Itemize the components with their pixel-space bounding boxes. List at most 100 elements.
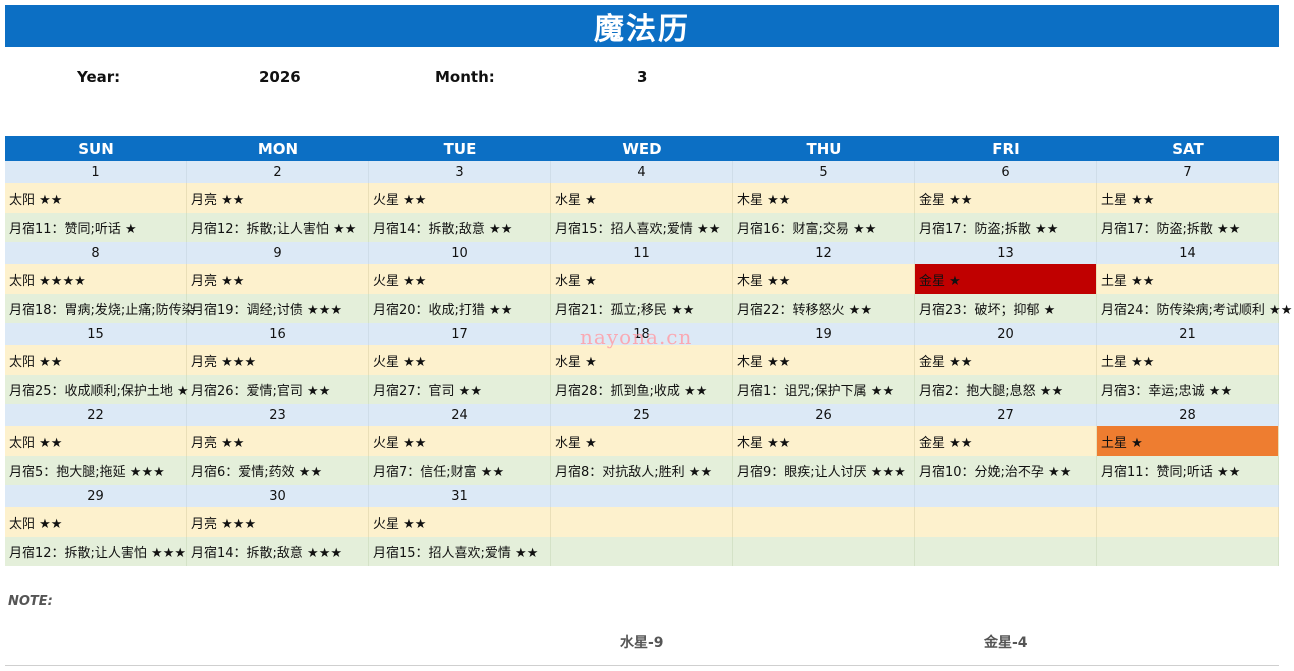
day-planet-cell: 月亮 ★★ — [187, 426, 369, 456]
day-mansion-cell: 月宿6：爱情;药效 ★★ — [187, 456, 369, 485]
day-planet-cell: 太阳 ★★ — [5, 345, 187, 375]
day-number — [1097, 485, 1279, 507]
day-mansion-cell: 月宿26：爱情;官司 ★★ — [187, 375, 369, 404]
planet-text: 火星 ★★ — [373, 192, 427, 208]
planet-text: 太阳 ★★ — [9, 354, 63, 370]
day-number[interactable]: 3 — [369, 161, 551, 183]
planet-text: 火星 ★★ — [373, 435, 427, 451]
day-number[interactable]: 19 — [733, 323, 915, 345]
mansion-text: 月宿8：对抗敌人;胜利 ★★ — [555, 465, 713, 480]
day-mansion-cell — [1097, 537, 1279, 566]
day-mansion-cell: 月宿17：防盗;拆散 ★★ — [1097, 213, 1279, 242]
planet-text: 火星 ★★ — [373, 273, 427, 289]
mansion-text: 月宿20：收成;打猎 ★★ — [373, 303, 513, 318]
planet-text: 水星 ★ — [555, 354, 597, 370]
weekday-header-wed: WED — [551, 136, 733, 161]
day-planet-cell: 火星 ★★ — [369, 507, 551, 537]
mansion-text: 月宿3：幸运;忠诚 ★★ — [1101, 384, 1233, 399]
day-number[interactable]: 26 — [733, 404, 915, 426]
day-planet-cell: 月亮 ★★ — [187, 183, 369, 213]
planet-text: 金星 ★ — [919, 273, 961, 289]
day-number[interactable]: 23 — [187, 404, 369, 426]
planet-text: 土星 ★ — [1101, 435, 1143, 451]
planet-text: 太阳 ★★ — [9, 516, 63, 532]
planet-text: 月亮 ★★ — [191, 273, 245, 289]
day-number[interactable]: 30 — [187, 485, 369, 507]
day-planet-cell: 木星 ★★ — [733, 426, 915, 456]
mansion-text: 月宿24：防传染病;考试顺利 ★★ — [1101, 303, 1293, 318]
day-number[interactable]: 2 — [187, 161, 369, 183]
day-mansion-cell: 月宿19：调经;讨债 ★★★ — [187, 294, 369, 323]
mansion-text: 月宿21：孤立;移民 ★★ — [555, 303, 695, 318]
mansion-text: 月宿12：拆散;让人害怕 ★★ — [191, 222, 357, 237]
planet-text: 木星 ★★ — [737, 435, 791, 451]
planet-text: 月亮 ★★★ — [191, 354, 257, 370]
day-mansion-cell: 月宿1：诅咒;保护下属 ★★ — [733, 375, 915, 404]
day-number[interactable]: 13 — [915, 242, 1097, 264]
day-number[interactable]: 8 — [5, 242, 187, 264]
mansion-text: 月宿16：财富;交易 ★★ — [737, 222, 877, 237]
day-planet-cell: 太阳 ★★★★ — [5, 264, 187, 294]
mansion-text: 月宿17：防盗;拆散 ★★ — [1101, 222, 1241, 237]
planet-text: 木星 ★★ — [737, 354, 791, 370]
day-number[interactable]: 15 — [5, 323, 187, 345]
day-planet-cell — [1097, 507, 1279, 537]
planet-text: 金星 ★★ — [919, 435, 973, 451]
day-number[interactable]: 5 — [733, 161, 915, 183]
day-number[interactable]: 29 — [5, 485, 187, 507]
day-number[interactable]: 1 — [5, 161, 187, 183]
planet-text: 金星 ★★ — [919, 192, 973, 208]
planet-text: 火星 ★★ — [373, 354, 427, 370]
day-number[interactable]: 7 — [1097, 161, 1279, 183]
day-number[interactable]: 17 — [369, 323, 551, 345]
weekday-header-thu: THU — [733, 136, 915, 161]
mansion-text: 月宿19：调经;讨债 ★★★ — [191, 303, 343, 318]
bottom-divider — [5, 665, 1279, 666]
day-number[interactable]: 11 — [551, 242, 733, 264]
day-mansion-cell: 月宿11：赞同;听话 ★ — [5, 213, 187, 242]
day-mansion-cell — [733, 537, 915, 566]
day-number[interactable]: 22 — [5, 404, 187, 426]
planet-text: 木星 ★★ — [737, 273, 791, 289]
day-mansion-cell: 月宿23：破坏；抑郁 ★ — [915, 294, 1097, 323]
mansion-text: 月宿18：胃病;发烧;止痛;防传染 — [9, 303, 195, 318]
calendar-title: 魔法历 — [5, 5, 1279, 47]
day-planet-cell: 木星 ★★ — [733, 183, 915, 213]
day-number[interactable]: 9 — [187, 242, 369, 264]
day-number[interactable]: 14 — [1097, 242, 1279, 264]
day-mansion-cell: 月宿15：招人喜欢;爱情 ★★ — [369, 537, 551, 566]
day-number[interactable]: 24 — [369, 404, 551, 426]
mansion-text: 月宿7：信任;财富 ★★ — [373, 465, 505, 480]
mansion-text: 月宿6：爱情;药效 ★★ — [191, 465, 323, 480]
mansion-text: 月宿15：招人喜欢;爱情 ★★ — [555, 222, 721, 237]
day-planet-cell: 水星 ★ — [551, 264, 733, 294]
day-number[interactable]: 25 — [551, 404, 733, 426]
day-number[interactable]: 31 — [369, 485, 551, 507]
day-number[interactable]: 10 — [369, 242, 551, 264]
day-number[interactable]: 28 — [1097, 404, 1279, 426]
day-planet-cell: 火星 ★★ — [369, 426, 551, 456]
day-number[interactable]: 16 — [187, 323, 369, 345]
day-planet-cell — [915, 507, 1097, 537]
mansion-text: 月宿11：赞同;听话 ★ — [9, 222, 137, 237]
month-value[interactable]: 3 — [637, 68, 647, 86]
day-number[interactable]: 12 — [733, 242, 915, 264]
day-mansion-cell: 月宿12：拆散;让人害怕 ★★★ — [5, 537, 187, 566]
day-planet-cell — [551, 507, 733, 537]
mansion-text: 月宿17：防盗;拆散 ★★ — [919, 222, 1059, 237]
day-number[interactable]: 21 — [1097, 323, 1279, 345]
day-mansion-cell: 月宿17：防盗;拆散 ★★ — [915, 213, 1097, 242]
year-value[interactable]: 2026 — [259, 68, 301, 86]
mansion-text: 月宿23：破坏；抑郁 ★ — [919, 303, 1056, 318]
day-number[interactable]: 6 — [915, 161, 1097, 183]
day-number[interactable]: 27 — [915, 404, 1097, 426]
day-mansion-cell: 月宿21：孤立;移民 ★★ — [551, 294, 733, 323]
mansion-text: 月宿22：转移怒火 ★★ — [737, 303, 872, 318]
day-number[interactable]: 4 — [551, 161, 733, 183]
day-planet-cell: 金星 ★★ — [915, 345, 1097, 375]
legend-mercury: 水星-9 — [620, 635, 664, 651]
day-mansion-cell: 月宿15：招人喜欢;爱情 ★★ — [551, 213, 733, 242]
day-number[interactable]: 20 — [915, 323, 1097, 345]
day-planet-cell: 月亮 ★★★ — [187, 507, 369, 537]
day-planet-cell: 金星 ★★ — [915, 183, 1097, 213]
